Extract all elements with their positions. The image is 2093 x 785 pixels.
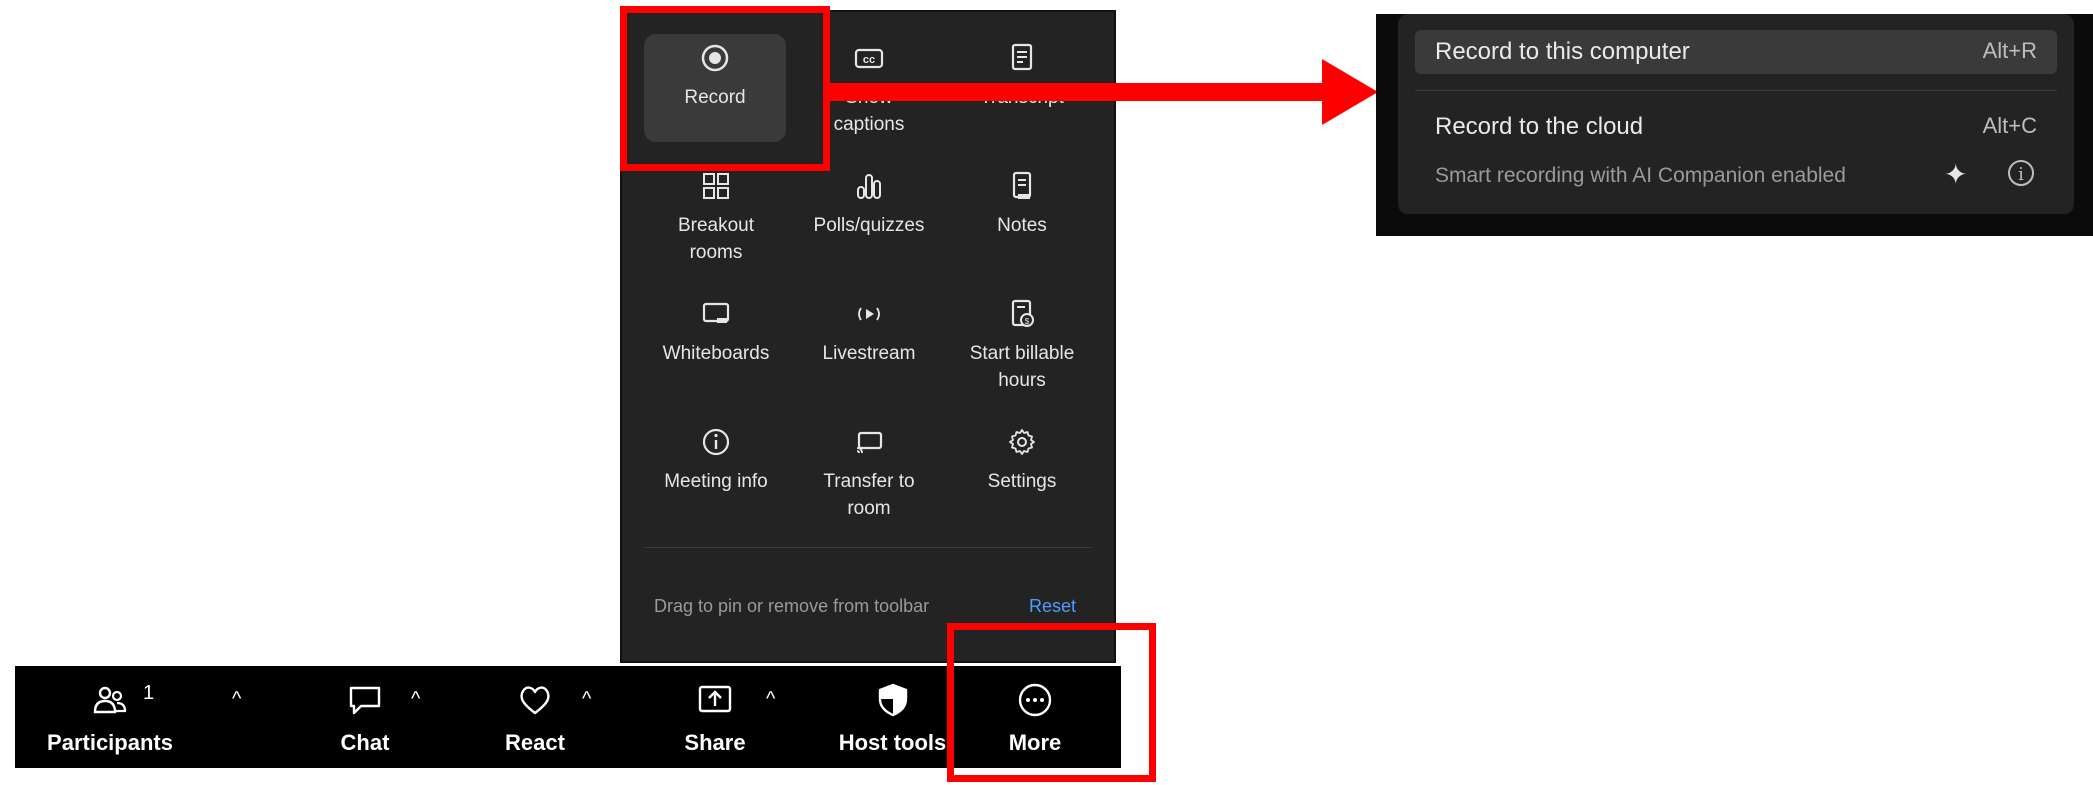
polls-tile[interactable]: Polls/quizzes xyxy=(799,162,939,239)
whiteboards-tile[interactable]: Whiteboards xyxy=(646,290,786,367)
billable-hours-icon: $ xyxy=(952,298,1092,332)
record-to-computer-item[interactable]: Record to this computer Alt+R xyxy=(1415,30,2057,74)
transfer-label: Transfer to room xyxy=(823,471,915,519)
polls-label: Polls/quizzes xyxy=(813,215,925,236)
share-chevron-up-icon[interactable]: ^ xyxy=(766,688,775,711)
smart-recording-text: Smart recording with AI Companion enable… xyxy=(1435,164,1846,187)
meeting-info-tile[interactable]: Meeting info xyxy=(646,418,786,495)
svg-text:$: $ xyxy=(1025,317,1030,326)
livestream-label: Livestream xyxy=(822,343,916,364)
transfer-icon xyxy=(799,426,939,460)
annotation-arrow-head xyxy=(1322,59,1378,125)
billable-hours-tile[interactable]: $ Start billable hours xyxy=(952,290,1092,394)
participants-label: Participants xyxy=(47,730,173,755)
transfer-tile[interactable]: Transfer to room xyxy=(799,418,939,522)
svg-text:cc: cc xyxy=(863,54,875,66)
chat-label: Chat xyxy=(340,730,390,755)
notes-label: Notes xyxy=(997,215,1047,236)
breakout-rooms-icon xyxy=(646,170,786,204)
chat-icon xyxy=(349,686,381,715)
settings-tile[interactable]: Settings xyxy=(952,418,1092,495)
share-label: Share xyxy=(684,730,746,755)
notes-icon xyxy=(952,170,1092,204)
gear-icon xyxy=(952,426,1092,460)
participants-button[interactable]: 1 Participants xyxy=(45,666,175,768)
annotation-arrow-shaft xyxy=(828,83,1328,101)
billable-hours-label: Start billable hours xyxy=(969,343,1075,391)
react-button[interactable]: React xyxy=(485,666,585,768)
chat-button[interactable]: Chat xyxy=(315,666,415,768)
reset-link[interactable]: Reset xyxy=(1029,596,1076,617)
breakout-rooms-label: Breakout rooms xyxy=(677,215,755,263)
notes-tile[interactable]: Notes xyxy=(952,162,1092,239)
info-icon[interactable]: i xyxy=(2008,160,2034,186)
share-icon xyxy=(698,685,732,713)
record-to-cloud-shortcut: Alt+C xyxy=(1982,113,2037,138)
whiteboard-icon xyxy=(646,298,786,332)
participants-icon xyxy=(93,686,127,714)
polls-icon xyxy=(799,170,939,204)
share-button[interactable]: Share xyxy=(660,666,770,768)
whiteboards-label: Whiteboards xyxy=(662,343,770,364)
menu-separator xyxy=(1415,90,2057,91)
shield-icon xyxy=(878,683,907,717)
react-chevron-up-icon[interactable]: ^ xyxy=(582,688,591,711)
record-to-cloud-item[interactable]: Record to the cloud Alt+C xyxy=(1415,105,2057,149)
record-to-computer-shortcut: Alt+R xyxy=(1982,38,2037,63)
chat-chevron-up-icon[interactable]: ^ xyxy=(411,688,420,711)
livestream-icon xyxy=(799,298,939,332)
breakout-rooms-tile[interactable]: Breakout rooms xyxy=(646,162,786,266)
participants-chevron-up-icon[interactable]: ^ xyxy=(232,688,241,711)
record-menu-backdrop: Record to this computer Alt+R Record to … xyxy=(1376,14,2093,236)
info-icon xyxy=(646,426,786,460)
record-menu: Record to this computer Alt+R Record to … xyxy=(1398,14,2074,214)
record-to-computer-label: Record to this computer xyxy=(1435,38,1690,65)
heart-icon xyxy=(520,686,550,715)
record-highlight-box xyxy=(620,6,830,171)
record-to-cloud-label: Record to the cloud xyxy=(1435,113,1644,140)
livestream-tile[interactable]: Livestream xyxy=(799,290,939,367)
transcript-icon xyxy=(952,42,1092,76)
meeting-info-label: Meeting info xyxy=(664,471,768,492)
react-label: React xyxy=(505,730,565,755)
drag-hint: Drag to pin or remove from toolbar xyxy=(654,596,930,616)
settings-label: Settings xyxy=(987,471,1057,492)
more-highlight-box xyxy=(947,623,1156,782)
panel-divider xyxy=(644,547,1092,548)
participants-count: 1 xyxy=(143,682,155,704)
sparkle-icon: ✦ xyxy=(1944,159,1968,190)
